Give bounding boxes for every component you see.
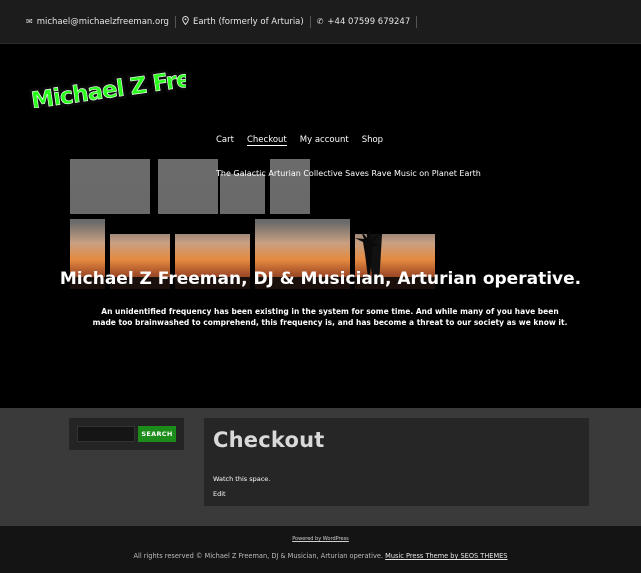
phone-text[interactable]: +44 07599 679247 (327, 17, 410, 27)
logo-text: Michael Z Freeman (30, 64, 186, 108)
nav-item-checkout[interactable]: Checkout (246, 135, 287, 146)
site-tagline: The Galactic Arturian Collective Saves R… (216, 169, 481, 178)
site-logo[interactable]: Michael Z Freeman Michael Z Freeman (26, 64, 186, 108)
edit-link[interactable]: Edit (213, 490, 226, 498)
email-contact[interactable]: ✉ michael@michaelzfreeman.org (26, 15, 176, 28)
email-text[interactable]: michael@michaelzfreeman.org (37, 17, 169, 27)
envelope-icon: ✉ (26, 17, 33, 26)
nav-item-my-account[interactable]: My account (300, 135, 349, 146)
page-title: Checkout (213, 428, 325, 452)
location-contact: Earth (formerly of Arturia) (182, 15, 311, 28)
theme-credit-link[interactable]: Music Press Theme by SEOS THEMES (385, 552, 507, 560)
search-button[interactable]: SEARCH (138, 426, 176, 442)
map-pin-icon (182, 15, 189, 27)
site-footer: Powered by WordPress All rights reserved… (0, 526, 641, 573)
top-contact-bar: ✉ michael@michaelzfreeman.org Earth (for… (0, 0, 641, 44)
nav-item-cart[interactable]: Cart (216, 135, 234, 146)
location-text: Earth (formerly of Arturia) (192, 16, 304, 27)
hero-intro-text: An unidentified frequency has been exist… (92, 307, 568, 327)
copyright-text: All rights reserved © Michael Z Freeman,… (133, 552, 384, 560)
copyright-line: All rights reserved © Michael Z Freeman,… (0, 552, 641, 560)
hero-section: Michael Z Freeman Michael Z Freeman (0, 44, 641, 408)
phone-contact[interactable]: ✆ +44 07599 679247 (316, 15, 418, 28)
search-input[interactable] (77, 426, 135, 442)
main-navigation: Cart Checkout My account Shop (216, 135, 383, 146)
powered-by-link[interactable]: Powered by WordPress (0, 536, 641, 542)
checkout-panel: Checkout Watch this space. Edit (204, 418, 589, 506)
phone-icon: ✆ (316, 17, 324, 26)
nav-item-shop[interactable]: Shop (362, 135, 383, 146)
hero-headline: Michael Z Freeman, DJ & Musician, Arturi… (59, 269, 582, 289)
page-body-text: Watch this space. (213, 475, 271, 483)
